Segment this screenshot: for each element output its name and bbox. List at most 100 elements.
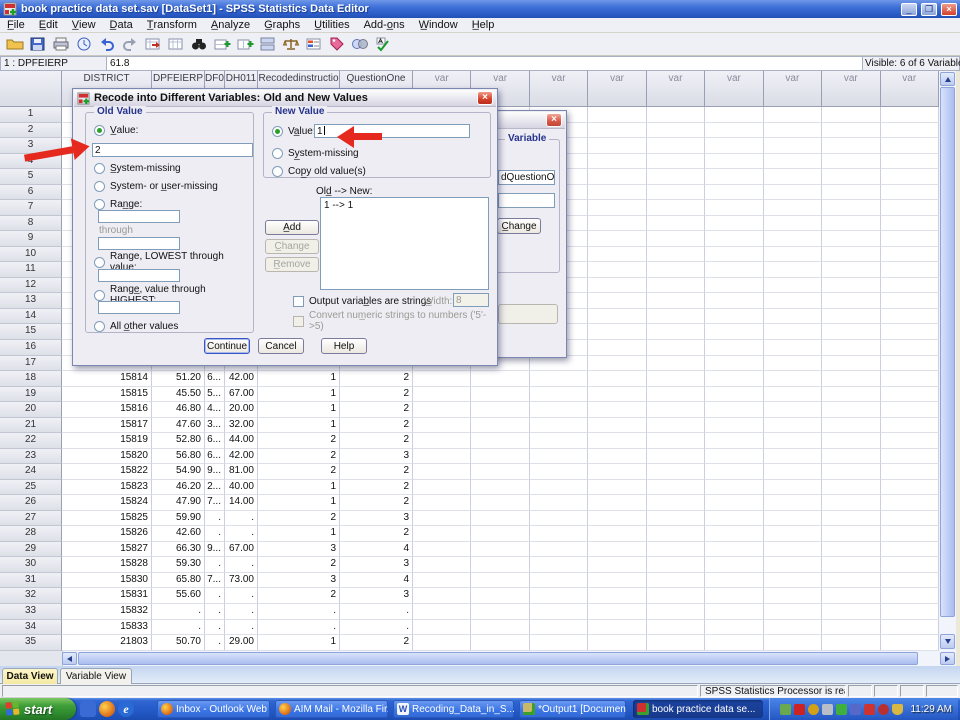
data-cell[interactable] bbox=[588, 340, 646, 356]
data-cell[interactable]: 2 bbox=[340, 526, 413, 542]
data-cell[interactable] bbox=[764, 433, 822, 449]
select-cases-icon[interactable] bbox=[349, 35, 370, 53]
taskbar-task-3[interactable]: WRecoding_Data_in_S... bbox=[393, 700, 514, 718]
data-cell[interactable] bbox=[764, 635, 822, 651]
data-cell[interactable] bbox=[705, 542, 763, 558]
data-cell[interactable] bbox=[822, 247, 880, 263]
menu-graphs[interactable]: G̲raphs bbox=[257, 19, 307, 31]
variables-icon[interactable] bbox=[165, 35, 186, 53]
data-cell[interactable]: 47.90 bbox=[152, 495, 205, 511]
ati-tray-icon[interactable] bbox=[794, 704, 805, 715]
data-cell[interactable] bbox=[588, 604, 646, 620]
scroll-down-button[interactable] bbox=[940, 634, 955, 649]
close-button[interactable]: × bbox=[941, 3, 957, 16]
data-cell[interactable] bbox=[764, 231, 822, 247]
data-cell[interactable]: . bbox=[225, 511, 258, 527]
data-cell[interactable] bbox=[647, 604, 705, 620]
data-cell[interactable] bbox=[822, 371, 880, 387]
data-cell[interactable] bbox=[764, 387, 822, 403]
data-cell[interactable] bbox=[588, 138, 646, 154]
data-cell[interactable] bbox=[881, 123, 939, 139]
data-cell[interactable] bbox=[764, 542, 822, 558]
data-cell[interactable]: 67.00 bbox=[225, 542, 258, 558]
data-cell[interactable]: . bbox=[258, 604, 340, 620]
data-cell[interactable] bbox=[471, 542, 529, 558]
scroll-up-button[interactable] bbox=[940, 72, 955, 86]
data-cell[interactable] bbox=[822, 542, 880, 558]
data-cell[interactable]: 3 bbox=[340, 557, 413, 573]
data-cell[interactable]: . bbox=[225, 557, 258, 573]
data-cell[interactable] bbox=[881, 526, 939, 542]
data-cell[interactable] bbox=[588, 511, 646, 527]
data-cell[interactable] bbox=[764, 604, 822, 620]
data-cell[interactable] bbox=[764, 418, 822, 434]
dialog-close-icon[interactable]: × bbox=[477, 91, 493, 105]
data-cell[interactable]: 3 bbox=[258, 542, 340, 558]
row-number[interactable]: 31 bbox=[0, 573, 62, 589]
data-cell[interactable] bbox=[881, 418, 939, 434]
data-cell[interactable] bbox=[471, 464, 529, 480]
row-number[interactable]: 17 bbox=[0, 356, 62, 372]
help-button[interactable]: Help bbox=[321, 338, 367, 354]
data-cell[interactable]: 3 bbox=[258, 573, 340, 589]
data-cell[interactable] bbox=[764, 309, 822, 325]
output-dialog-close-icon[interactable]: × bbox=[546, 113, 562, 127]
row-number[interactable]: 13 bbox=[0, 293, 62, 309]
weight-cases-icon[interactable] bbox=[280, 35, 301, 53]
data-cell[interactable] bbox=[881, 340, 939, 356]
data-cell[interactable] bbox=[764, 324, 822, 340]
data-cell[interactable] bbox=[647, 309, 705, 325]
data-cell[interactable] bbox=[705, 635, 763, 651]
data-cell[interactable]: 15824 bbox=[62, 495, 152, 511]
data-cell[interactable] bbox=[822, 402, 880, 418]
data-cell[interactable] bbox=[705, 371, 763, 387]
data-cell[interactable] bbox=[705, 200, 763, 216]
data-cell[interactable] bbox=[471, 620, 529, 636]
taskbar-task-2[interactable]: AIM Mail - Mozilla Fir... bbox=[275, 700, 388, 718]
data-cell[interactable] bbox=[413, 449, 471, 465]
change-button[interactable]: C̲hange bbox=[265, 239, 319, 254]
output-variable-name-field[interactable]: dQuestionOne bbox=[498, 170, 555, 185]
data-cell[interactable] bbox=[588, 169, 646, 185]
data-cell[interactable] bbox=[588, 635, 646, 651]
data-cell[interactable]: 54.90 bbox=[152, 464, 205, 480]
data-cell[interactable] bbox=[647, 371, 705, 387]
data-cell[interactable] bbox=[764, 185, 822, 201]
data-cell[interactable] bbox=[413, 573, 471, 589]
data-cell[interactable] bbox=[588, 185, 646, 201]
data-cell[interactable] bbox=[705, 216, 763, 232]
goto-case-icon[interactable] bbox=[142, 35, 163, 53]
data-cell[interactable]: 2 bbox=[340, 387, 413, 403]
data-cell[interactable] bbox=[588, 293, 646, 309]
data-cell[interactable] bbox=[471, 402, 529, 418]
data-cell[interactable]: . bbox=[205, 635, 225, 651]
data-cell[interactable]: 15820 bbox=[62, 449, 152, 465]
data-cell[interactable] bbox=[881, 542, 939, 558]
row-number[interactable]: 16 bbox=[0, 340, 62, 356]
data-cell[interactable] bbox=[647, 356, 705, 372]
row-number[interactable]: 33 bbox=[0, 604, 62, 620]
insert-cases-icon[interactable] bbox=[211, 35, 232, 53]
data-cell[interactable]: 3 bbox=[340, 449, 413, 465]
data-cell[interactable] bbox=[471, 418, 529, 434]
data-cell[interactable] bbox=[530, 480, 588, 496]
data-cell[interactable]: 46.80 bbox=[152, 402, 205, 418]
data-cell[interactable] bbox=[530, 402, 588, 418]
data-cell[interactable] bbox=[881, 324, 939, 340]
restore-button[interactable]: ❐ bbox=[921, 3, 937, 16]
data-cell[interactable] bbox=[822, 464, 880, 480]
data-cell[interactable] bbox=[588, 418, 646, 434]
data-cell[interactable]: 42.00 bbox=[225, 371, 258, 387]
data-cell[interactable] bbox=[588, 588, 646, 604]
data-cell[interactable]: 3 bbox=[340, 588, 413, 604]
data-cell[interactable]: 15830 bbox=[62, 573, 152, 589]
data-cell[interactable] bbox=[705, 588, 763, 604]
old-range-radio[interactable] bbox=[94, 199, 105, 210]
row-number[interactable]: 5 bbox=[0, 169, 62, 185]
data-cell[interactable]: 2 bbox=[340, 418, 413, 434]
data-cell[interactable] bbox=[881, 216, 939, 232]
data-cell[interactable] bbox=[705, 433, 763, 449]
output-strings-checkbox[interactable] bbox=[293, 296, 304, 307]
data-cell[interactable]: . bbox=[152, 620, 205, 636]
row-number[interactable]: 7 bbox=[0, 200, 62, 216]
